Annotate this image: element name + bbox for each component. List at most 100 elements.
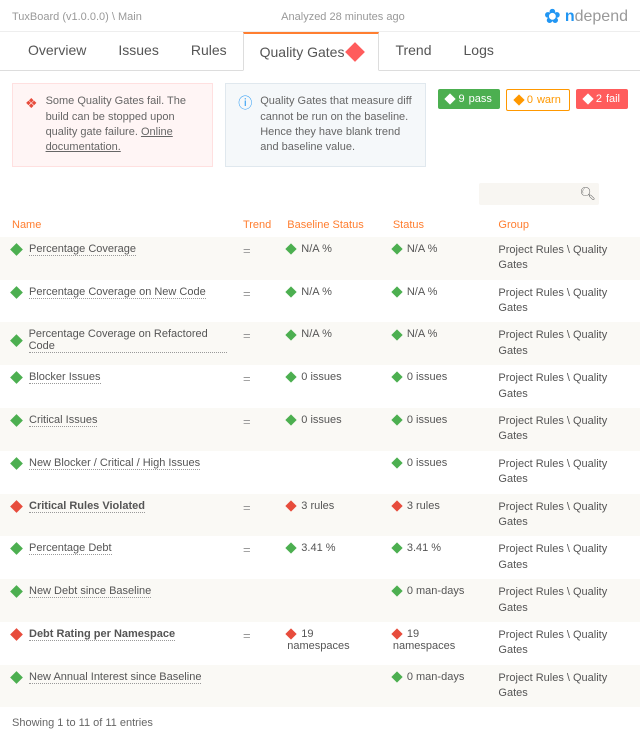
brand-logo[interactable]: ✿ ndepend (544, 4, 628, 29)
alert-info: ⓘ Quality Gates that measure diff cannot… (225, 83, 426, 167)
tabbar: OverviewIssuesRulesQuality GatesTrendLog… (0, 32, 640, 71)
group-value: Project Rules \ Quality Gates (490, 408, 640, 451)
trend-equal-icon: = (243, 286, 251, 301)
table-row: New Blocker / Critical / High Issues 0 is… (0, 451, 640, 494)
status-value: N/A % (407, 286, 438, 298)
group-value: Project Rules \ Quality Gates (490, 451, 640, 494)
rule-link[interactable]: Debt Rating per Namespace (29, 628, 175, 641)
warning-icon: ❖ (25, 94, 38, 156)
diamond-icon (286, 628, 297, 639)
badge-fail[interactable]: 2 fail (576, 89, 628, 109)
baseline-value: N/A % (301, 243, 332, 255)
status-value: 0 issues (407, 457, 447, 469)
rule-link[interactable]: Percentage Coverage (29, 243, 136, 256)
diamond-icon (391, 543, 402, 554)
trend-equal-icon: = (243, 243, 251, 258)
alerts-row: ❖ Some Quality Gates fail. The build can… (0, 71, 640, 179)
group-value: Project Rules \ Quality Gates (490, 237, 640, 280)
status-value: 0 issues (407, 414, 447, 426)
col-baseline[interactable]: Baseline Status (279, 213, 385, 237)
rule-link[interactable]: Blocker Issues (29, 371, 101, 384)
diamond-icon (286, 243, 297, 254)
rule-link[interactable]: Critical Issues (29, 414, 97, 427)
table-row: Debt Rating per Namespace=19 namespaces1… (0, 622, 640, 665)
table-row: Percentage Coverage = N/A % N/A % Project Ru… (0, 237, 640, 280)
baseline-value: N/A % (301, 286, 332, 298)
diamond-icon (391, 372, 402, 383)
alert-fail: ❖ Some Quality Gates fail. The build can… (12, 83, 213, 167)
diamond-icon (391, 414, 402, 425)
search-icon[interactable]: 🔍︎ (579, 186, 596, 202)
col-status[interactable]: Status (385, 213, 491, 237)
rule-link[interactable]: Percentage Debt (29, 542, 112, 555)
search-row: 🔍︎ (0, 179, 640, 213)
table-row: Critical Issues = 0 issues 0 issues Project … (0, 408, 640, 451)
rule-link[interactable]: New Blocker / Critical / High Issues (29, 457, 200, 470)
status-value: 3 rules (407, 500, 440, 512)
diamond-icon (391, 671, 402, 682)
group-value: Project Rules \ Quality Gates (490, 494, 640, 537)
gear-icon: ✿ (544, 4, 561, 29)
baseline-value: 3.41 % (301, 542, 335, 554)
status-value: 0 man-days (407, 585, 464, 597)
group-value: Project Rules \ Quality Gates (490, 365, 640, 408)
tab-quality-gates[interactable]: Quality Gates (243, 32, 380, 71)
rule-link[interactable]: Percentage Coverage on Refactored Code (29, 328, 227, 353)
status-value: 19 namespaces (393, 628, 455, 652)
status-value: 3.41 % (407, 542, 441, 554)
rule-link[interactable]: New Annual Interest since Baseline (29, 671, 201, 684)
trend-equal-icon: = (243, 500, 251, 515)
trend-equal-icon: = (243, 328, 251, 343)
diamond-icon (391, 500, 402, 511)
status-value: 0 man-days (407, 671, 464, 683)
diamond-icon (582, 94, 593, 105)
status-diamond-icon (10, 671, 23, 684)
status-diamond-icon (10, 542, 23, 555)
diamond-icon (391, 243, 402, 254)
baseline-value: 3 rules (301, 500, 334, 512)
tab-rules[interactable]: Rules (175, 32, 243, 70)
badge-pass[interactable]: 9 pass (438, 89, 499, 109)
diamond-icon (391, 586, 402, 597)
quality-gates-table: Name Trend Baseline Status Status Group … (0, 213, 640, 708)
badge-warn[interactable]: 0 warn (506, 89, 570, 111)
table-row: Critical Rules Violated = 3 rules 3 rules Pr… (0, 494, 640, 537)
col-name[interactable]: Name (0, 213, 235, 237)
tab-trend[interactable]: Trend (379, 32, 447, 70)
status-value: 0 issues (407, 371, 447, 383)
trend-equal-icon: = (243, 542, 251, 557)
tab-overview[interactable]: Overview (12, 32, 102, 70)
status-diamond-icon (10, 500, 23, 513)
baseline-value: 0 issues (301, 414, 341, 426)
col-trend[interactable]: Trend (235, 213, 279, 237)
table-row: Percentage Debt=3.41 %3.41 %Project Rule… (0, 536, 640, 579)
table-row: Blocker Issues=0 issues0 issuesProject R… (0, 365, 640, 408)
diamond-icon (513, 95, 524, 106)
diamond-icon (286, 543, 297, 554)
header: TuxBoard (v1.0.0.0) \ Main Analyzed 28 m… (0, 0, 640, 32)
baseline-value: 19 namespaces (287, 628, 349, 652)
diamond-icon (391, 457, 402, 468)
col-group[interactable]: Group (490, 213, 640, 237)
diamond-icon (286, 329, 297, 340)
rule-link[interactable]: Percentage Coverage on New Code (29, 286, 206, 299)
breadcrumb[interactable]: TuxBoard (v1.0.0.0) \ Main (12, 11, 142, 23)
diamond-icon (286, 500, 297, 511)
analyzed-label: Analyzed 28 minutes ago (281, 11, 405, 23)
diamond-icon (391, 286, 402, 297)
brand-rest: depend (575, 8, 628, 26)
rule-link[interactable]: Critical Rules Violated (29, 500, 145, 513)
rule-link[interactable]: New Debt since Baseline (29, 585, 151, 598)
status-value: N/A % (407, 243, 438, 255)
status-diamond-icon (10, 335, 22, 347)
trend-equal-icon: = (243, 414, 251, 429)
tab-issues[interactable]: Issues (102, 32, 174, 70)
alert-info-text: Quality Gates that measure diff cannot b… (260, 94, 413, 156)
tag-icon (346, 42, 366, 62)
tab-logs[interactable]: Logs (448, 32, 510, 70)
group-value: Project Rules \ Quality Gates (490, 665, 640, 708)
baseline-value: 0 issues (301, 371, 341, 383)
status-diamond-icon (10, 414, 23, 427)
diamond-icon (286, 414, 297, 425)
table-row: Percentage Coverage on New Code = N/A % N/A… (0, 280, 640, 323)
